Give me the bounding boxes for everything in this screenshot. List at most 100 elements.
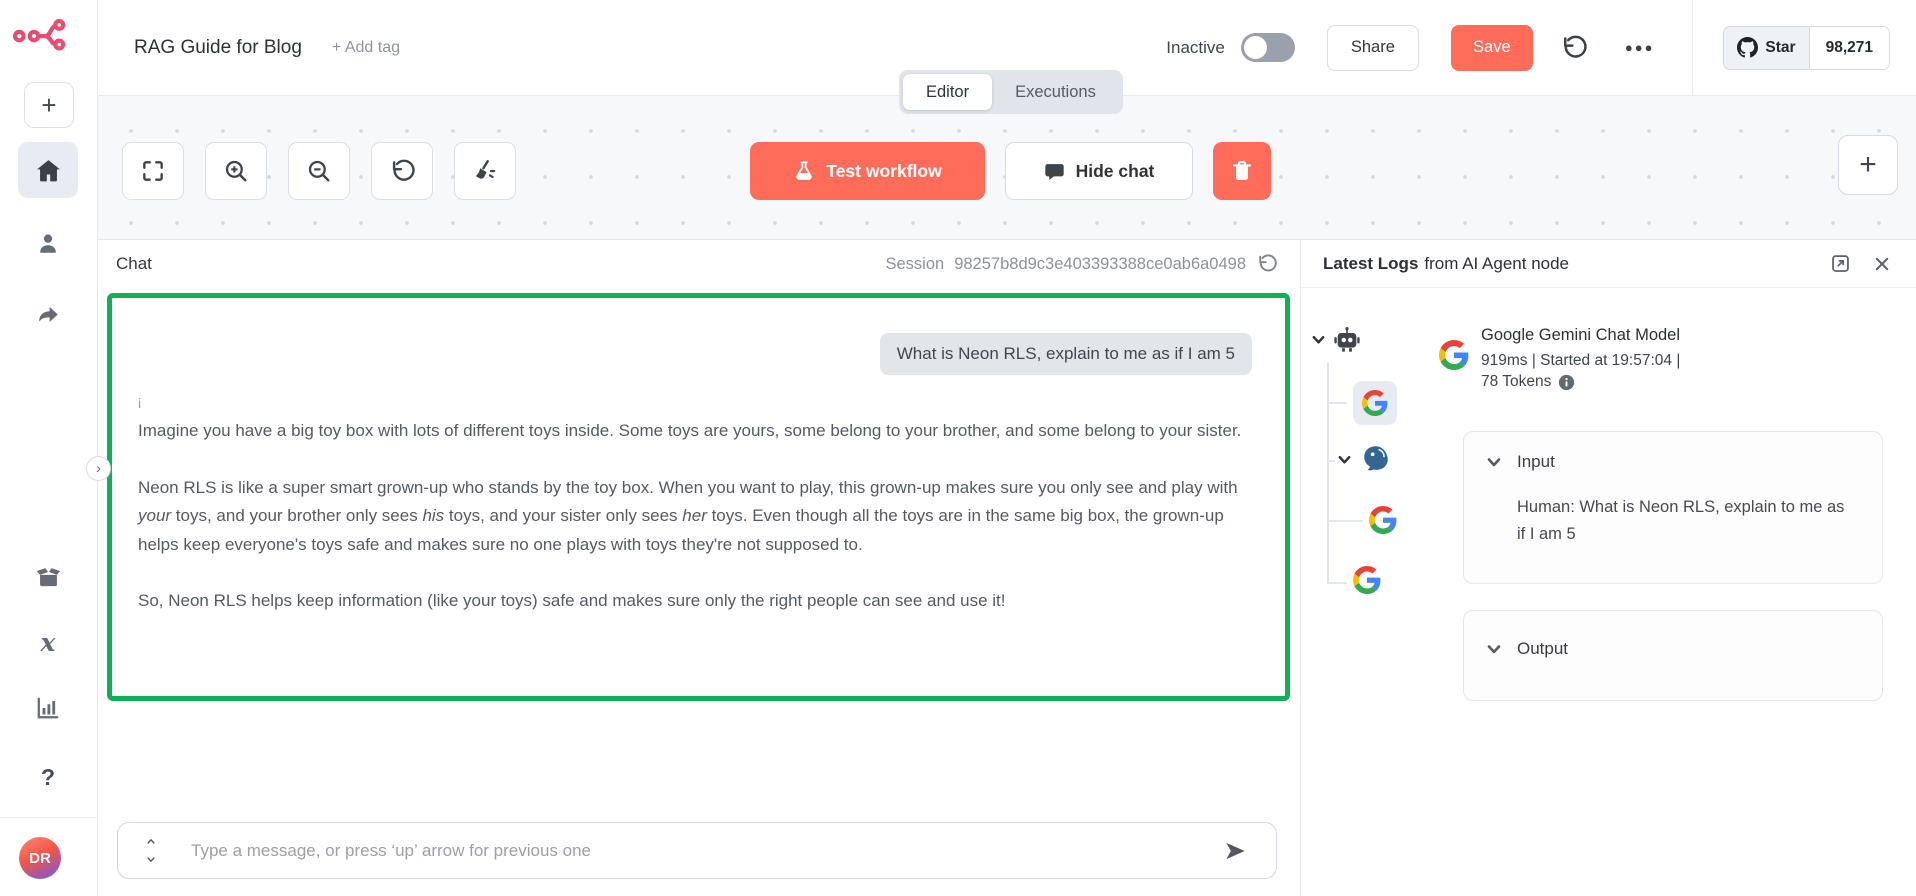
open-box-icon [35,563,62,590]
collapse-panel-handle[interactable]: › [86,456,111,481]
send-message-icon[interactable] [1222,838,1248,864]
session-label: Session [886,255,945,274]
tab-executions[interactable]: Executions [992,74,1119,110]
tree-branch [1327,402,1347,404]
open-logs-view-button[interactable] [1828,252,1852,276]
active-toggle[interactable] [1241,33,1295,62]
chevron-right-icon: › [96,460,101,477]
toggle-knob [1244,36,1267,59]
n8n-workflow-editor: Test workflow Hide chat + Editor Executi… [0,0,1916,896]
session-id: 98257b8d9c3e403393388ce0ab6a0498 [954,255,1246,274]
refresh-icon [1257,254,1277,274]
output-label: Output [1517,639,1568,659]
sidebar-item-variables[interactable]: x [18,616,78,668]
workflow-title[interactable]: RAG Guide for Blog [134,37,302,59]
test-workflow-button[interactable]: Test workflow [750,142,985,200]
logs-panel: Latest Logs from AI Agent node [1300,239,1916,896]
log-output-card: Output [1463,610,1883,701]
tab-editor[interactable]: Editor [903,74,992,110]
sidebar-item-templates[interactable] [18,550,78,602]
add-tag-button[interactable]: + Add tag [332,39,400,57]
chevron-down-icon [1486,454,1502,470]
plus-icon: + [41,90,56,121]
postgres-node-icon[interactable] [1361,444,1391,474]
chat-panel-title: Chat [116,254,152,274]
zoom-in-icon [223,158,249,184]
tab-editor-label: Editor [926,83,969,102]
zoom-out-button[interactable] [288,142,350,200]
save-button[interactable]: Save [1451,25,1533,71]
chat-header: Chat Session 98257b8d9c3e403393388ce0ab6… [98,240,1300,288]
chat-message-input[interactable] [191,841,1222,861]
github-star-count[interactable]: 98,271 [1810,27,1889,69]
sidebar-item-shared[interactable] [18,290,78,340]
chat-messages-highlighted: What is Neon RLS, explain to me as if I … [107,293,1290,701]
sidebar-item-insights[interactable] [18,682,78,734]
workflow-history-button[interactable] [1559,33,1589,63]
create-workflow-button[interactable]: + [24,82,74,128]
test-workflow-label: Test workflow [826,161,941,182]
info-icon[interactable] [1558,374,1575,391]
logs-title: Latest Logs [1323,254,1418,274]
google-gemini-icon [1439,340,1469,370]
log-detail-header: Google Gemini Chat Model 919ms | Started… [1439,326,1890,391]
sidebar-divider [0,817,97,818]
chevron-up-icon[interactable] [144,837,158,846]
flask-icon [793,160,815,182]
google-gemini-icon [1362,390,1388,416]
input-content: Human: What is Neon RLS, explain to me a… [1517,494,1857,548]
chat-session: Session 98257b8d9c3e403393388ce0ab6a0498 [886,253,1279,275]
close-logs-button[interactable] [1870,252,1894,276]
hide-chat-button[interactable]: Hide chat [1005,142,1193,200]
tab-executions-label: Executions [1015,83,1096,102]
refresh-session-button[interactable] [1256,253,1278,275]
sidebar-item-help[interactable]: ? [18,752,78,802]
share-arrow-icon [35,302,61,328]
add-node-button[interactable]: + [1838,135,1898,195]
model-name: Google Gemini Chat Model [1481,326,1680,345]
github-star-widget[interactable]: Star 98,271 [1723,26,1890,70]
share-button[interactable]: Share [1327,25,1419,71]
user-icon [35,230,61,256]
github-star-button[interactable]: Star [1724,27,1809,69]
google-embeddings-icon[interactable] [1369,506,1397,534]
github-icon [1737,37,1758,58]
user-avatar[interactable]: DR [19,837,61,879]
chevron-down-icon[interactable] [1311,332,1326,347]
tree-branch [1327,460,1335,462]
app-sidebar: + x [0,0,98,896]
n8n-logo[interactable] [13,14,69,54]
chevron-down-icon [1486,641,1502,657]
reset-zoom-button[interactable] [371,142,433,200]
topbar-divider [1692,0,1693,96]
message-info-icon[interactable]: i [138,395,1259,411]
broom-icon [472,158,498,184]
model-meta-line1: 919ms | Started at 19:57:04 | [1481,352,1680,370]
tidy-up-button[interactable] [454,142,516,200]
logs-title-suffix: from AI Agent node [1424,254,1569,274]
editor-executions-tabs: Editor Executions [899,70,1123,114]
chevron-down-icon[interactable] [144,855,158,864]
log-input-card: Input Human: What is Neon RLS, explain t… [1463,431,1883,584]
history-icon [1561,35,1587,61]
sidebar-item-personal[interactable] [18,218,78,268]
chevron-down-icon[interactable] [1337,452,1352,467]
tree-branch [1327,520,1363,522]
zoom-out-icon [306,158,332,184]
popout-icon [1830,253,1851,274]
zoom-in-button[interactable] [205,142,267,200]
input-label: Input [1517,452,1555,472]
more-options-button[interactable]: ●●● [1625,40,1655,55]
fit-view-icon [140,158,166,184]
gemini-chat-model-node-selected[interactable] [1353,381,1397,425]
tree-branch [1327,582,1347,584]
chat-input-box [117,822,1277,879]
delete-chat-button[interactable] [1213,142,1271,200]
input-section-toggle[interactable]: Input [1486,452,1860,472]
variables-x-icon: x [41,628,56,657]
ai-agent-node-icon[interactable] [1333,326,1361,354]
sidebar-item-overview[interactable] [18,142,78,198]
output-section-toggle[interactable]: Output [1486,639,1860,659]
google-embeddings-icon[interactable] [1353,566,1381,594]
fit-view-button[interactable] [122,142,184,200]
